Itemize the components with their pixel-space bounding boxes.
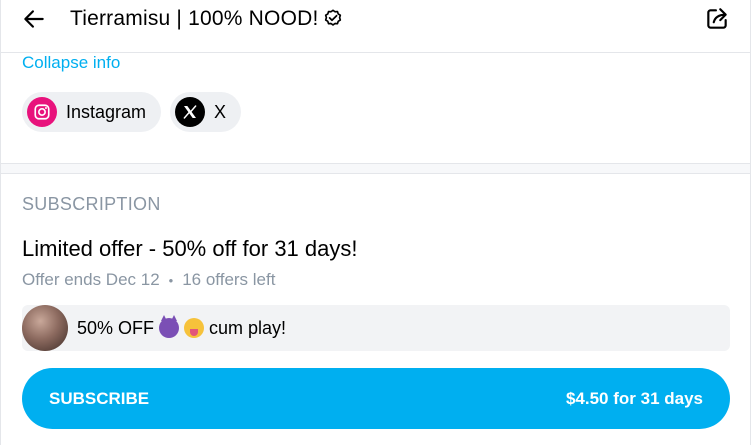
promo-message: 50% OFF cum play! xyxy=(22,305,730,351)
page-title: Tierramisu | 100% NOOD! xyxy=(70,7,319,30)
bullet-separator: • xyxy=(168,272,174,288)
offer-meta: Offer ends Dec 12 • 16 offers left xyxy=(22,270,275,290)
social-chip-label: Instagram xyxy=(66,101,147,122)
promo-text: 50% OFF cum play! xyxy=(77,315,287,339)
subscribe-button-label: SUBSCRIBE xyxy=(49,388,150,408)
tongue-out-emoji-icon xyxy=(184,318,205,338)
section-divider xyxy=(1,163,750,174)
profile-card: Tierramisu | 100% NOOD! Collapse info In… xyxy=(0,0,751,445)
social-chip-instagram[interactable]: Instagram xyxy=(22,92,162,132)
share-button[interactable] xyxy=(702,4,732,34)
instagram-icon xyxy=(27,97,57,127)
top-bar: Tierramisu | 100% NOOD! xyxy=(1,0,750,53)
offers-left-text: 16 offers left xyxy=(182,270,276,289)
x-icon xyxy=(175,97,205,127)
promo-text-end: cum play! xyxy=(209,317,287,338)
offer-title: Limited offer - 50% off for 31 days! xyxy=(22,236,358,261)
social-chip-label: X xyxy=(214,101,227,122)
share-icon xyxy=(707,8,727,29)
back-button[interactable] xyxy=(19,4,49,34)
verified-badge-icon xyxy=(322,8,344,30)
offer-ends-text: Offer ends Dec 12 xyxy=(22,270,160,289)
collapse-info-link[interactable]: Collapse info xyxy=(22,53,120,73)
arrow-left-icon xyxy=(24,10,44,28)
subscribe-button-price: $4.50 for 31 days xyxy=(565,388,703,408)
avatar[interactable] xyxy=(22,305,68,351)
devil-emoji-icon xyxy=(159,315,180,338)
subscribe-button[interactable]: SUBSCRIBE $4.50 for 31 days xyxy=(22,368,730,429)
title-group: Tierramisu | 100% NOOD! xyxy=(70,5,344,33)
subscription-heading: SUBSCRIPTION xyxy=(22,194,161,214)
social-chip-x[interactable]: X xyxy=(170,92,242,132)
promo-text-start: 50% OFF xyxy=(77,317,155,338)
